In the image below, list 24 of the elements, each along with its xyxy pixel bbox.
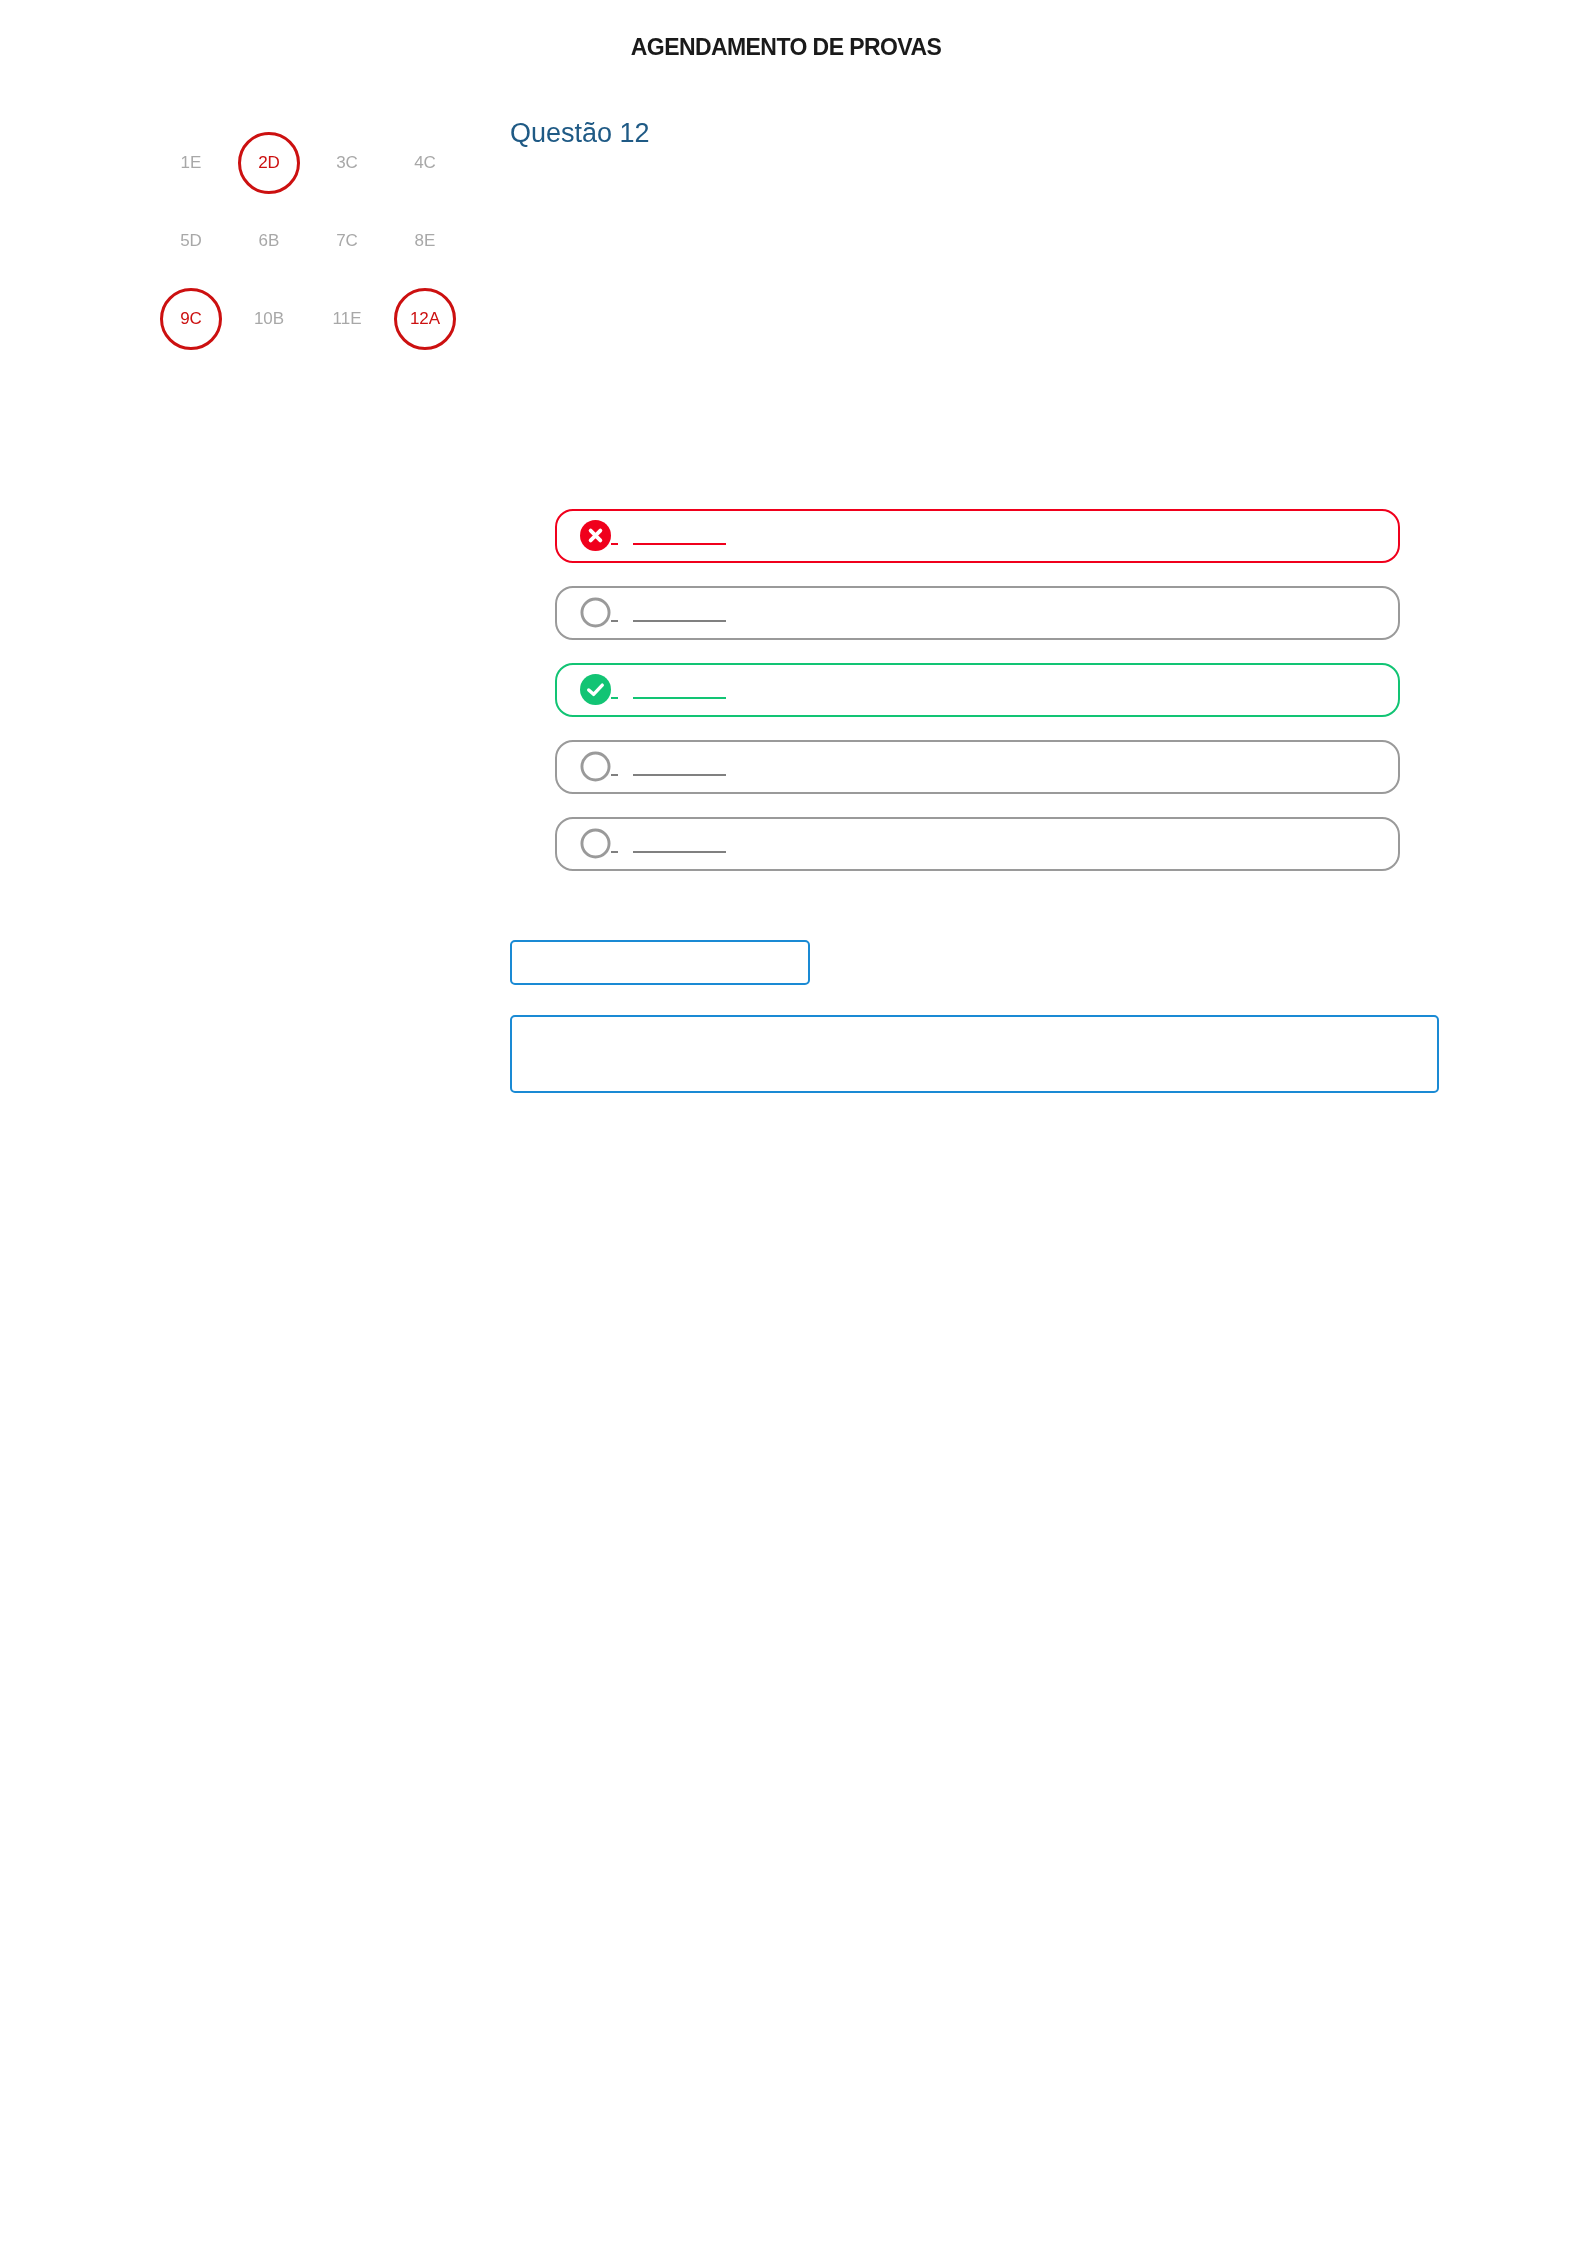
button[interactable] [510,1014,1439,1093]
answer-option[interactable] [555,816,1400,871]
question-link[interactable]: 5D [160,209,222,272]
question-link[interactable]: 12A [394,287,456,350]
question-link[interactable]: 9C [160,287,222,350]
question-link[interactable]: 8E [394,209,456,272]
question-link[interactable]: 1E [160,131,222,194]
answer-option[interactable] [555,739,1400,794]
question-link[interactable]: 10B [238,287,300,350]
question-link[interactable]: 11E [316,287,378,350]
question-link[interactable]: 7C [316,209,378,272]
page-title: AGENDAMENTO DE PROVAS [630,33,942,62]
answer-option[interactable] [555,662,1400,717]
question-link[interactable]: 2D [238,131,300,194]
button[interactable] [510,939,810,985]
radio-icon[interactable] [580,597,611,628]
answer-option[interactable] [555,508,1400,563]
radio-icon[interactable] [580,828,611,859]
question-link[interactable]: 6B [238,209,300,272]
question-link[interactable]: 4C [394,131,456,194]
radio-icon[interactable] [580,751,611,782]
answer-option[interactable] [555,585,1400,640]
question-title: Questão 12 [510,119,651,147]
question-link[interactable]: 3C [316,131,378,194]
